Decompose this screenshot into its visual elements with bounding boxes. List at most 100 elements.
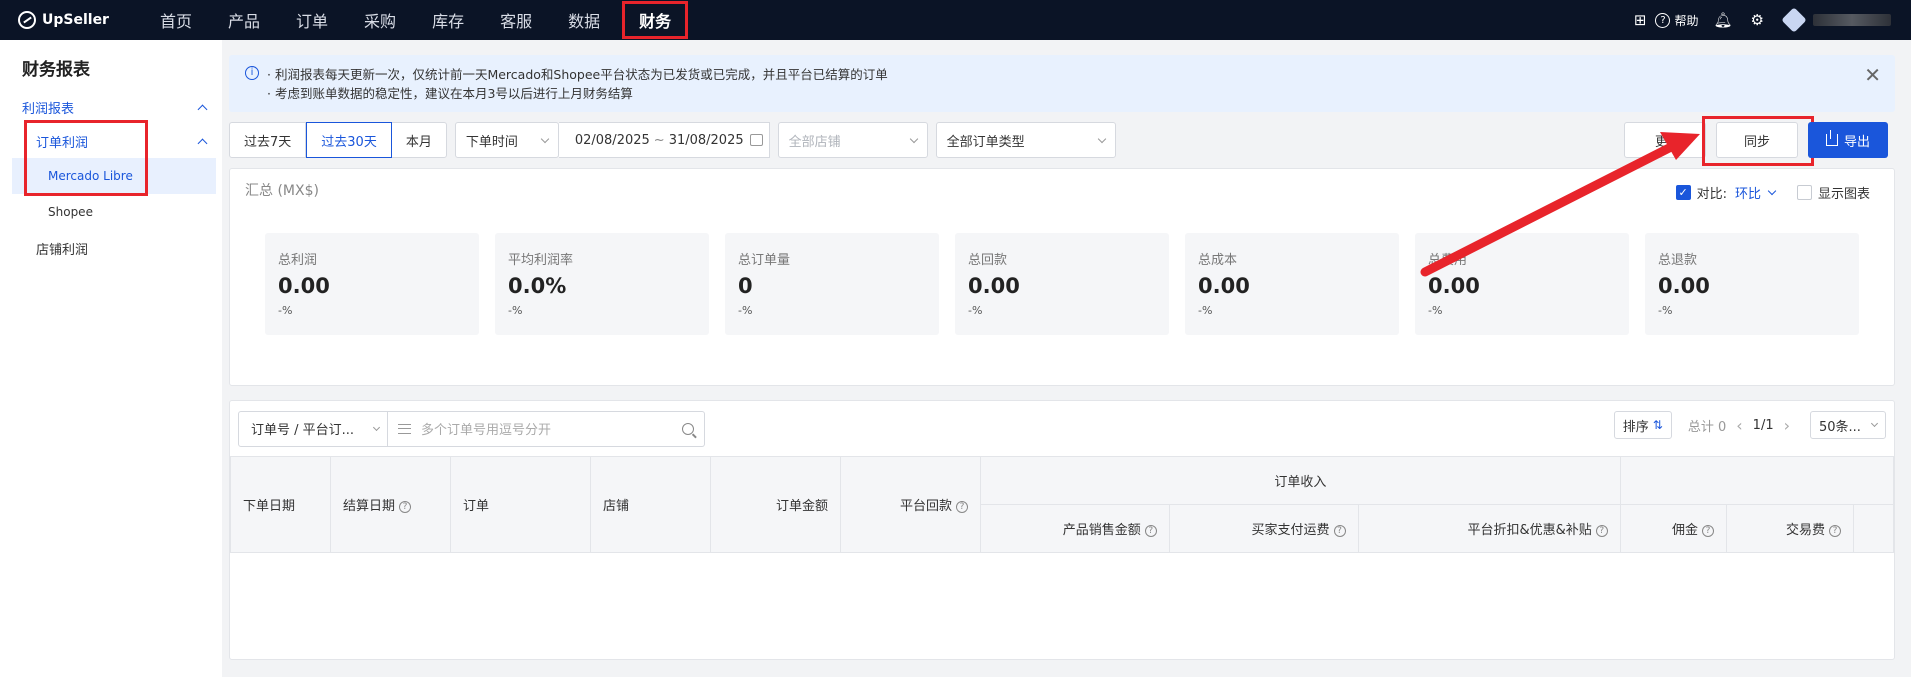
card-value: 0.00 [1198, 274, 1250, 298]
chevron-down-icon [909, 134, 918, 143]
summary-cards: 总利润 0.00 -% 平均利润率 0.0% -% 总订单量 0 -% 总回款 … [265, 233, 1894, 335]
top-navbar: UpSeller 首页 产品 订单 采购 库存 客服 数据 财务 ⊞ ? 帮助 … [0, 0, 1911, 40]
compare-checkbox[interactable]: ✓ [1675, 185, 1691, 200]
card-pct: -% [968, 304, 983, 317]
account-menu[interactable] [1781, 7, 1891, 33]
chevron-down-icon [372, 423, 381, 431]
main-content: i · 利润报表每天更新一次，仅统计前一天Mercado和Shopee平台状态为… [229, 55, 1895, 660]
store-placeholder: 全部店铺 [788, 134, 841, 150]
export-button[interactable]: 导出 [1808, 122, 1888, 158]
col-commission: 佣金? [1619, 504, 1728, 553]
col-label: 佣金 [1672, 523, 1699, 538]
card-pct: -% [1198, 304, 1213, 317]
help-circle-icon[interactable]: ? [1144, 524, 1157, 537]
sidebar-item-shopee[interactable]: Shopee [12, 194, 216, 230]
compare-select[interactable]: 环比 [1735, 183, 1777, 202]
time-type-select[interactable]: 下单时间 [454, 122, 559, 158]
sidebar-group-profit-report[interactable]: 利润报表 [0, 90, 222, 124]
col-label: 平台回款 [899, 499, 952, 514]
more-button[interactable]: 更多 [1624, 122, 1706, 158]
show-chart-label: 显示图表 [1817, 187, 1870, 202]
range-segment: 过去7天 过去30天 本月 [229, 122, 447, 158]
nav-finance[interactable]: 财务 [618, 0, 692, 40]
nav-data[interactable]: 数据 [550, 0, 618, 40]
sidebar-item-store-profit[interactable]: 店铺利润 [0, 230, 222, 266]
download-icon [1825, 130, 1838, 146]
summary-title: 汇总 (MX$) [245, 183, 319, 199]
card-value: 0.00 [1428, 274, 1480, 298]
col-label: 平台折扣&优惠&补贴 [1467, 523, 1592, 538]
date-range-picker[interactable]: 02/08/2025 ~ 31/08/2025 [558, 122, 770, 158]
card-label: 总利润 [278, 253, 318, 268]
card-label: 总订单量 [738, 253, 791, 268]
page-size-select[interactable]: 50条... [1810, 411, 1886, 439]
summary-controls: ✓ 对比: 环比 显示图表 [1675, 183, 1870, 202]
search-type-select[interactable]: 订单号 / 平台订... [238, 410, 388, 447]
export-label: 导出 [1843, 134, 1870, 150]
help-circle-icon[interactable]: ? [1829, 524, 1841, 537]
bell-icon[interactable]: 🔔︎ [1714, 11, 1733, 29]
sort-button[interactable]: 排序 ⇅ [1613, 411, 1672, 439]
col-label: 下单日期 [243, 499, 296, 514]
order-type-select[interactable]: 全部订单类型 [935, 122, 1116, 158]
nav-inventory[interactable]: 库存 [414, 0, 482, 40]
gear-icon[interactable]: ⚙ [1751, 11, 1764, 29]
brand-logo[interactable]: UpSeller [18, 11, 128, 29]
search-icon[interactable] [682, 422, 694, 435]
nav-customer-service[interactable]: 客服 [482, 0, 550, 40]
card-total-payback: 总回款 0.00 -% [955, 233, 1169, 335]
col-label: 产品销售金额 [1062, 523, 1141, 538]
help-link[interactable]: ? 帮助 [1655, 12, 1699, 29]
range-30-days[interactable]: 过去30天 [306, 122, 392, 158]
nav-purchase[interactable]: 采购 [346, 0, 414, 40]
annotation-highlight-box [24, 120, 148, 196]
sort-label: 排序 [1622, 419, 1649, 435]
date-separator: ~ [653, 132, 665, 148]
card-label: 总成本 [1198, 253, 1238, 268]
col-group-order-income: 订单收入 [980, 456, 1621, 505]
nav-orders[interactable]: 订单 [278, 0, 346, 40]
sidebar-group-label: 利润报表 [22, 101, 75, 117]
col-buyer-shipping: 买家支付运费? [1168, 504, 1359, 553]
help-circle-icon[interactable]: ? [1595, 524, 1608, 537]
order-search-input[interactable]: 多个订单号用逗号分开 [388, 410, 705, 447]
prev-page-icon[interactable]: ‹ [1736, 416, 1742, 435]
range-this-month[interactable]: 本月 [392, 123, 446, 157]
card-label: 总费用 [1428, 253, 1468, 268]
orders-table-panel: 订单号 / 平台订... 多个订单号用逗号分开 排序 ⇅ 总计 0 ‹ 1/1 … [229, 400, 1895, 660]
notice-line-1: · 利润报表每天更新一次，仅统计前一天Mercado和Shopee平台状态为已发… [267, 67, 888, 82]
table-toolbar: 订单号 / 平台订... 多个订单号用逗号分开 排序 ⇅ 总计 0 ‹ 1/1 … [230, 401, 1894, 456]
col-label: 交易费 [1785, 523, 1825, 538]
range-7-days[interactable]: 过去7天 [230, 123, 307, 157]
nav-products[interactable]: 产品 [210, 0, 278, 40]
help-circle-icon[interactable]: ? [399, 500, 412, 513]
nav-home[interactable]: 首页 [142, 0, 210, 40]
annotation-highlight-box [1702, 116, 1814, 166]
help-circle-icon[interactable]: ? [1333, 524, 1346, 537]
apps-grid-icon[interactable]: ⊞ [1634, 11, 1647, 29]
diamond-icon [1781, 7, 1807, 33]
col-label: 结算日期 [343, 499, 396, 514]
show-chart-checkbox[interactable] [1796, 185, 1812, 200]
col-group-fees [1619, 456, 1895, 505]
col-extra [1853, 504, 1894, 553]
card-value: 0.00 [1658, 274, 1710, 298]
date-start: 02/08/2025 [574, 132, 650, 148]
sort-icon: ⇅ [1652, 418, 1663, 432]
card-total-cost: 总成本 0.00 -% [1185, 233, 1399, 335]
card-label: 平均利润率 [508, 253, 574, 268]
brand-name: UpSeller [42, 12, 109, 28]
help-circle-icon[interactable]: ? [956, 500, 968, 513]
col-label: 店铺 [603, 499, 630, 514]
calendar-icon [749, 134, 763, 146]
next-page-icon[interactable]: › [1784, 416, 1790, 435]
help-label: 帮助 [1674, 13, 1699, 28]
chevron-up-icon [197, 104, 208, 114]
page-size-value: 50条... [1819, 419, 1861, 435]
close-icon[interactable]: ✕ [1864, 63, 1881, 87]
card-pct: -% [508, 304, 523, 317]
time-type-value: 下单时间 [465, 134, 518, 150]
nav-finance-label: 财务 [622, 1, 689, 39]
help-circle-icon[interactable]: ? [1702, 524, 1715, 537]
store-select[interactable]: 全部店铺 [777, 122, 928, 158]
